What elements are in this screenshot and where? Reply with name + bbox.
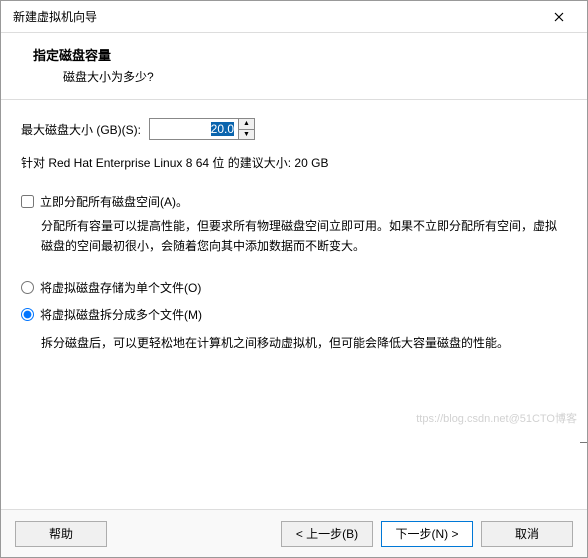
allocate-now-desc: 分配所有容量可以提高性能，但要求所有物理磁盘空间立即可用。如果不立即分配所有空间… (21, 216, 567, 257)
help-button[interactable]: 帮助 (15, 521, 107, 547)
wizard-content: 最大磁盘大小 (GB)(S): ▲ ▼ 针对 Red Hat Enterpris… (1, 100, 587, 509)
titlebar: 新建虚拟机向导 (1, 1, 587, 33)
cancel-button[interactable]: 取消 (481, 521, 573, 547)
allocate-now-row: 立即分配所有磁盘空间(A)。 (21, 193, 567, 210)
wizard-window: 新建虚拟机向导 指定磁盘容量 磁盘大小为多少? 最大磁盘大小 (GB)(S): … (0, 0, 588, 558)
back-button[interactable]: < 上一步(B) (281, 521, 373, 547)
spinner-buttons: ▲ ▼ (238, 119, 254, 139)
recommended-size: 针对 Red Hat Enterprise Linux 8 64 位 的建议大小… (21, 154, 567, 171)
store-single-row: 将虚拟磁盘存储为单个文件(O) (21, 279, 567, 296)
header-title: 指定磁盘容量 (17, 45, 571, 64)
store-split-radio[interactable] (21, 308, 34, 321)
disk-size-spinner: ▲ ▼ (149, 118, 255, 140)
spin-down-icon[interactable]: ▼ (239, 129, 254, 140)
watermark-text: ttps://blog.csdn.net@51CTO博客 (416, 410, 577, 426)
allocate-now-checkbox[interactable] (21, 195, 34, 208)
side-tick-icon (580, 442, 587, 443)
spin-up-icon[interactable]: ▲ (239, 119, 254, 129)
disk-size-row: 最大磁盘大小 (GB)(S): ▲ ▼ (21, 118, 567, 140)
window-title: 新建虚拟机向导 (13, 8, 539, 25)
close-icon[interactable] (539, 3, 579, 31)
wizard-footer: 帮助 < 上一步(B) 下一步(N) > 取消 (1, 509, 587, 557)
disk-size-input[interactable] (150, 119, 238, 139)
next-button[interactable]: 下一步(N) > (381, 521, 473, 547)
allocate-now-label[interactable]: 立即分配所有磁盘空间(A)。 (40, 193, 188, 210)
disk-size-label: 最大磁盘大小 (GB)(S): (21, 121, 141, 138)
store-split-desc: 拆分磁盘后，可以更轻松地在计算机之间移动虚拟机，但可能会降低大容量磁盘的性能。 (21, 333, 567, 353)
store-single-label[interactable]: 将虚拟磁盘存储为单个文件(O) (40, 279, 201, 296)
store-split-row: 将虚拟磁盘拆分成多个文件(M) (21, 306, 567, 323)
header-subtitle: 磁盘大小为多少? (17, 68, 571, 85)
wizard-header: 指定磁盘容量 磁盘大小为多少? (1, 33, 587, 100)
store-single-radio[interactable] (21, 281, 34, 294)
store-split-label[interactable]: 将虚拟磁盘拆分成多个文件(M) (40, 306, 202, 323)
